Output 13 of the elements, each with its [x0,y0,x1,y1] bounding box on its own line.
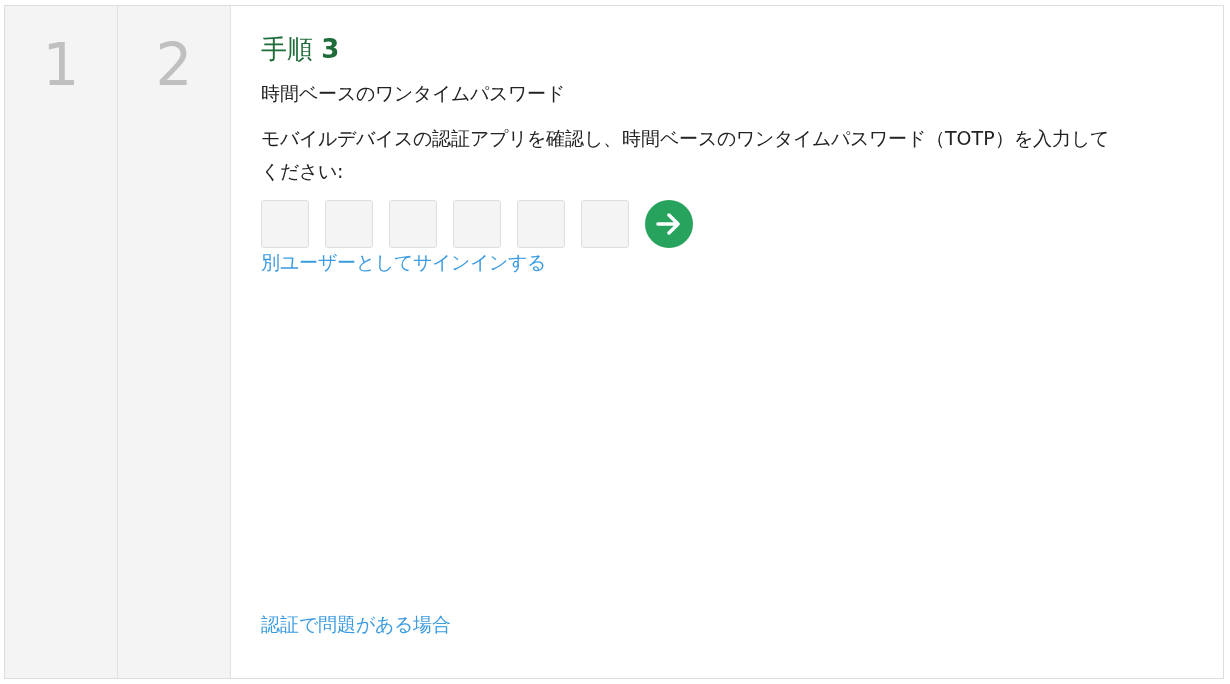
help-link[interactable]: 認証で問題がある場合 [261,612,451,635]
code-input-field[interactable] [261,200,309,249]
step-title: 手順 3 [261,34,341,66]
code-input-field[interactable] [581,200,629,249]
code-input-field[interactable] [453,200,501,249]
submit-button[interactable] [645,200,693,249]
arrow-right-icon [656,213,682,236]
instructions: モバイルデバイスの認証アプリを確認し、時間ベースのワンタイムパスワード（TOTP）を入力してください: [261,125,1110,184]
code-input-field[interactable] [389,200,437,249]
subtitle: 時間ベースのワンタイムパスワード [261,81,566,107]
code-input-field[interactable] [325,200,373,249]
code-input-field[interactable] [517,200,565,249]
switch-user-link[interactable]: 別ユーザーとしてサインインする [261,251,546,274]
